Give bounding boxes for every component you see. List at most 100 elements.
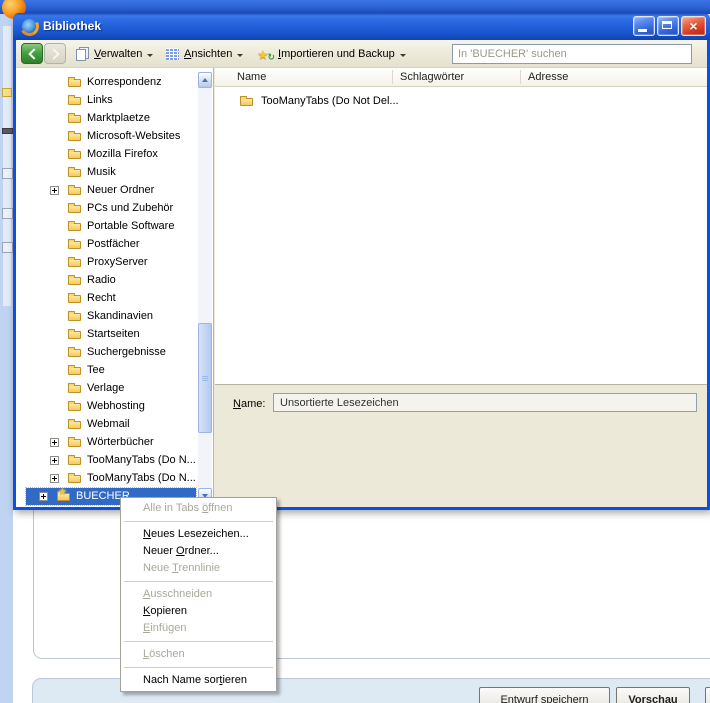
tree-item-label: Korrespondenz <box>87 76 162 88</box>
library-titlebar[interactable]: Bibliothek × <box>13 13 710 40</box>
folder-icon <box>68 166 83 179</box>
menu-item-neuer-ordner[interactable]: Neuer Ordner... <box>121 543 276 560</box>
grid-columns-icon <box>166 48 179 60</box>
firefox-icon <box>22 19 37 34</box>
tree-item-radio[interactable]: Radio <box>26 272 196 289</box>
tree-item-label: Suchergebnisse <box>87 346 166 358</box>
menu-item-neues-lesezeichen[interactable]: Neues Lesezeichen... <box>121 526 276 543</box>
tree-item-label: Skandinavien <box>87 310 154 322</box>
background-button-entwurf-speichern[interactable]: Entwurf speichern <box>479 687 610 703</box>
tree-item-neuer-ordner[interactable]: Neuer Ordner <box>26 182 196 199</box>
toolbar-menu-verwalten[interactable]: Verwalten <box>76 44 154 64</box>
menu-separator <box>124 667 273 668</box>
tree-item-proxyserver[interactable]: ProxyServer <box>26 254 196 271</box>
plus-expander-icon[interactable] <box>50 474 59 483</box>
tree-item-skandinavien[interactable]: Skandinavien <box>26 308 196 325</box>
toolbar-menu-importieren-und-backup[interactable]: ★Importieren und Backup <box>257 44 406 65</box>
menu-item-ausschneiden: Ausschneiden <box>143 588 213 600</box>
plus-expander-icon[interactable] <box>50 456 59 465</box>
tree-item-startseiten[interactable]: Startseiten <box>26 326 196 343</box>
column-header-adresse[interactable]: Adresse <box>528 71 568 83</box>
tree-item-tee[interactable]: Tee <box>26 362 196 379</box>
column-header-name[interactable]: Name <box>237 71 266 83</box>
close-button[interactable]: × <box>681 16 706 36</box>
dropdown-arrow-icon <box>237 53 244 57</box>
arrow-up-icon <box>202 78 208 82</box>
tree-item-portable-software[interactable]: Portable Software <box>26 218 196 235</box>
tree-item-label: Recht <box>87 292 116 304</box>
minimize-button[interactable] <box>633 16 655 36</box>
menu-separator <box>124 521 273 522</box>
tree-item-postf-cher[interactable]: Postfächer <box>26 236 196 253</box>
tree-item-marktplaetze[interactable]: Marktplaetze <box>26 110 196 127</box>
tree-item-label: Wörterbücher <box>87 436 154 448</box>
menu-item-nach-name-sortieren[interactable]: Nach Name sortieren <box>121 672 276 689</box>
tree-item-suchergebnisse[interactable]: Suchergebnisse <box>26 344 196 361</box>
tree-item-links[interactable]: Links <box>26 92 196 109</box>
tree-item-musik[interactable]: Musik <box>26 164 196 181</box>
menu-separator <box>124 641 273 642</box>
menu-item-kopieren[interactable]: Kopieren <box>121 603 276 620</box>
toolbar-menu-label: Importieren und Backup <box>278 48 395 60</box>
dropdown-arrow-icon <box>399 53 406 57</box>
back-button[interactable] <box>21 43 43 64</box>
screen: Entwurf speichern Vorschau Bibliothek × V… <box>0 0 710 703</box>
background-toolbar-fragment-icon <box>2 242 13 253</box>
folder-icon <box>68 130 83 143</box>
column-header-row: Name Schlagwörter Adresse <box>215 68 707 87</box>
tree-item-w-rterb-cher[interactable]: Wörterbücher <box>26 434 196 451</box>
tree-item-webmail[interactable]: Webmail <box>26 416 196 433</box>
folder-icon <box>68 364 83 377</box>
name-field-input[interactable] <box>273 393 697 412</box>
folder-icon <box>68 238 83 251</box>
scroll-up-button[interactable] <box>198 72 212 88</box>
background-window-edge <box>0 14 13 703</box>
window-title: Bibliothek <box>43 19 102 33</box>
tree-item-label: Neuer Ordner <box>87 184 155 196</box>
folder-icon <box>68 382 83 395</box>
scrollbar-thumb[interactable] <box>198 323 212 433</box>
tree-item-microsoft-websites[interactable]: Microsoft-Websites <box>26 128 196 145</box>
tree-item-label: PCs und Zubehör <box>87 202 174 214</box>
window-controls: × <box>633 16 706 36</box>
maximize-button[interactable] <box>657 16 679 36</box>
name-field-label: Name: <box>233 398 266 410</box>
tree-item-toomanytabs-do-n[interactable]: TooManyTabs (Do N... <box>26 470 196 487</box>
folder-icon <box>68 274 83 287</box>
folder-icon <box>68 346 83 359</box>
tree-item-recht[interactable]: Recht <box>26 290 196 307</box>
context-menu: Alle in Tabs öffnen Neues Lesezeichen... N… <box>120 497 277 692</box>
plus-expander-icon[interactable] <box>39 492 48 501</box>
tree-item-mozilla-firefox[interactable]: Mozilla Firefox <box>26 146 196 163</box>
column-separator[interactable] <box>392 70 393 84</box>
menu-item-l-schen: Löschen <box>143 648 185 660</box>
plus-expander-icon[interactable] <box>50 186 59 195</box>
plus-expander-icon[interactable] <box>50 438 59 447</box>
tree-item-label: Tee <box>87 364 105 376</box>
tree-item-pcs-und-zubeh-r[interactable]: PCs und Zubehör <box>26 200 196 217</box>
library-toolbar: Verwalten Ansichten ★Importieren und Backu… <box>16 40 707 68</box>
star-badge-icon: ★ <box>58 487 67 498</box>
detail-panel: Name: <box>215 384 707 507</box>
tree-item-korrespondenz[interactable]: Korrespondenz <box>26 74 196 91</box>
forward-button[interactable] <box>44 43 66 64</box>
folder-icon <box>68 292 83 305</box>
background-toolbar-fragment-icon <box>2 128 13 134</box>
background-toolbar-fragment-icon <box>2 168 13 179</box>
tree-item-label: Portable Software <box>87 220 175 232</box>
toolbar-menu-ansichten[interactable]: Ansichten <box>166 44 244 64</box>
background-clipped-button[interactable] <box>705 687 710 703</box>
folder-icon <box>68 454 83 467</box>
tree-scrollbar[interactable] <box>198 72 212 504</box>
toolbar-menu-label: Verwalten <box>94 48 143 60</box>
tree-item-toomanytabs-do-n[interactable]: TooManyTabs (Do N... <box>26 452 196 469</box>
background-button-vorschau[interactable]: Vorschau <box>616 687 690 703</box>
column-header-schlagwoerter[interactable]: Schlagwörter <box>400 71 464 83</box>
list-item-label: TooManyTabs (Do Not Del... <box>261 95 399 107</box>
folder-icon <box>68 328 83 341</box>
column-separator[interactable] <box>520 70 521 84</box>
search-input[interactable] <box>452 44 692 64</box>
tree-item-webhosting[interactable]: Webhosting <box>26 398 196 415</box>
folder-icon <box>68 418 83 431</box>
tree-item-verlage[interactable]: Verlage <box>26 380 196 397</box>
